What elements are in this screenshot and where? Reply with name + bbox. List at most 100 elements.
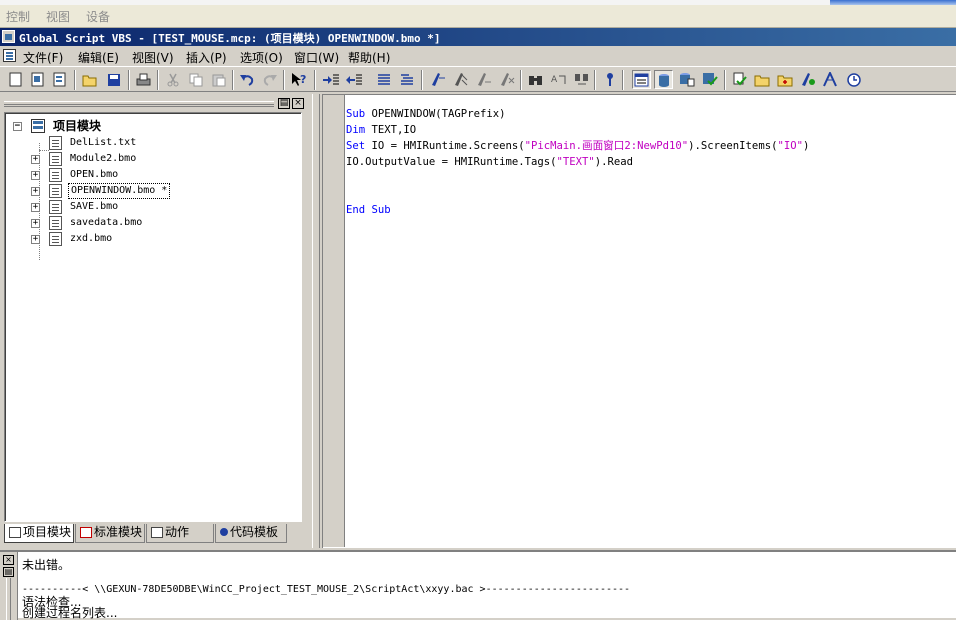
panel-restore-button[interactable]: ▤: [278, 98, 290, 109]
code-editor[interactable]: Sub OPENWINDOW(TAGPrefix) Dim TEXT,IO Set …: [322, 94, 956, 548]
new-action-icon[interactable]: [50, 70, 69, 89]
tree-item-label: OPENWINDOW.bmo *: [68, 183, 171, 199]
window-title-bar[interactable]: Global Script VBS - [TEST_MOUSE.mcp: (项目…: [0, 28, 956, 46]
tab-actions[interactable]: 动作: [146, 524, 214, 543]
toolbar-separator: [74, 70, 76, 90]
uncomment-block-icon[interactable]: [397, 70, 416, 89]
project-tree[interactable]: − 项目模块 DelList.txt + Module2.bmo + OPEN.…: [4, 112, 302, 522]
tree-item[interactable]: + zxd.bmo: [11, 231, 291, 247]
code-line: Dim TEXT,IO: [346, 124, 417, 136]
db-check-icon[interactable]: [700, 70, 719, 89]
module-file-icon: [49, 200, 62, 214]
outer-menu-control[interactable]: 控制: [6, 8, 30, 25]
panel-grip[interactable]: [4, 101, 274, 107]
document-menu-icon[interactable]: [3, 49, 16, 62]
toolbar-separator: [520, 70, 522, 90]
outer-menu-device[interactable]: 设备: [86, 8, 110, 25]
menu-edit[interactable]: 编辑(E): [78, 49, 119, 66]
folder-icon[interactable]: [752, 70, 771, 89]
find-icon[interactable]: [526, 70, 545, 89]
tree-root-node[interactable]: − 项目模块: [11, 118, 291, 134]
tag-icon[interactable]: [820, 70, 839, 89]
bookmark-icon[interactable]: [428, 70, 447, 89]
clear-bookmarks-icon[interactable]: [497, 70, 516, 89]
expand-icon[interactable]: +: [31, 219, 40, 228]
expand-icon[interactable]: +: [31, 171, 40, 180]
outdent-icon[interactable]: [344, 70, 363, 89]
collapse-icon[interactable]: −: [13, 122, 22, 131]
check-syntax-icon[interactable]: [730, 70, 749, 89]
output-restore-button[interactable]: ▤: [3, 567, 14, 577]
prev-bookmark-icon[interactable]: [474, 70, 493, 89]
menu-help[interactable]: 帮助(H): [348, 49, 390, 66]
code-text[interactable]: Sub OPENWINDOW(TAGPrefix) Dim TEXT,IO Set …: [346, 106, 809, 218]
expand-icon[interactable]: +: [31, 155, 40, 164]
tab-project-modules[interactable]: 项目模块: [4, 524, 74, 543]
menu-window[interactable]: 窗口(W): [294, 49, 339, 66]
output-close-button[interactable]: ×: [3, 555, 14, 565]
toolbar-separator: [594, 70, 596, 90]
new-folder-icon[interactable]: [775, 70, 794, 89]
paste-icon[interactable]: [209, 70, 228, 89]
open-folder-icon[interactable]: [80, 70, 99, 89]
new-module-icon[interactable]: [28, 70, 47, 89]
tree-item[interactable]: + savedata.bmo: [11, 215, 291, 231]
menu-file[interactable]: 文件(F): [23, 49, 63, 66]
tree-item-label: OPEN.bmo: [70, 169, 119, 180]
toolbar-separator: [232, 70, 234, 90]
output-line: 未出错。: [22, 558, 71, 572]
output-side-bar: × ▤: [0, 552, 18, 620]
edit-action-icon[interactable]: [798, 70, 817, 89]
db-edit-icon[interactable]: [677, 70, 696, 89]
cut-icon[interactable]: [163, 70, 182, 89]
output-grip[interactable]: [6, 578, 11, 620]
menu-insert[interactable]: 插入(P): [186, 49, 227, 66]
tree-item[interactable]: DelList.txt: [11, 135, 291, 151]
code-line: ​: [346, 186, 809, 202]
module-file-icon: [49, 152, 62, 166]
tree-item-selected[interactable]: + OPENWINDOW.bmo *: [11, 183, 291, 199]
tab-code-templates[interactable]: 代码模板: [215, 524, 287, 543]
output-window[interactable]: × ▤ 未出错。 ----------< \\GEXUN-78DE50DBE\W…: [0, 550, 956, 620]
module-file-icon: [49, 184, 62, 198]
info-pin-icon[interactable]: [600, 70, 619, 89]
print-icon[interactable]: [134, 70, 153, 89]
module-file-icon: [49, 216, 62, 230]
next-bookmark-icon[interactable]: [451, 70, 470, 89]
database-icon[interactable]: [654, 70, 673, 89]
toolbar-separator: [157, 70, 159, 90]
tree-item[interactable]: + Module2.bmo: [11, 151, 291, 167]
expand-icon[interactable]: +: [31, 187, 40, 196]
code-line: Sub OPENWINDOW(TAGPrefix): [346, 108, 506, 120]
new-file-icon[interactable]: [6, 70, 25, 89]
tree-item-label: zxd.bmo: [70, 233, 113, 244]
output-line: ----------< \\GEXUN-78DE50DBE\WinCC_Proj…: [22, 584, 631, 595]
view-window-icon[interactable]: [632, 70, 651, 89]
panel-splitter[interactable]: [312, 94, 320, 548]
outer-menu-view[interactable]: 视图: [46, 8, 70, 25]
tree-item[interactable]: + OPEN.bmo: [11, 167, 291, 183]
panel-tabs: 项目模块 标准模块 动作 代码模板: [4, 524, 304, 544]
context-help-icon[interactable]: ?: [289, 70, 308, 89]
save-icon[interactable]: [104, 70, 123, 89]
trigger-clock-icon[interactable]: [844, 70, 863, 89]
panel-close-button[interactable]: ×: [292, 98, 304, 109]
expand-icon[interactable]: +: [31, 203, 40, 212]
copy-icon[interactable]: [186, 70, 205, 89]
menu-options[interactable]: 选项(O): [240, 49, 283, 66]
menu-view[interactable]: 视图(V): [132, 49, 174, 66]
toolbar: ? A: [0, 66, 956, 92]
expand-icon[interactable]: +: [31, 235, 40, 244]
toolbar-separator: [421, 70, 423, 90]
comment-block-icon[interactable]: [374, 70, 393, 89]
find-next-icon[interactable]: [572, 70, 591, 89]
tab-standard-modules[interactable]: 标准模块: [75, 524, 145, 543]
tree-item-label: savedata.bmo: [70, 217, 143, 228]
tree-item[interactable]: + SAVE.bmo: [11, 199, 291, 215]
toolbar-separator: [622, 70, 624, 90]
tree-item-label: DelList.txt: [70, 137, 137, 148]
undo-icon[interactable]: [237, 70, 256, 89]
redo-icon[interactable]: [260, 70, 279, 89]
indent-icon[interactable]: [321, 70, 340, 89]
replace-icon[interactable]: A: [549, 70, 568, 89]
